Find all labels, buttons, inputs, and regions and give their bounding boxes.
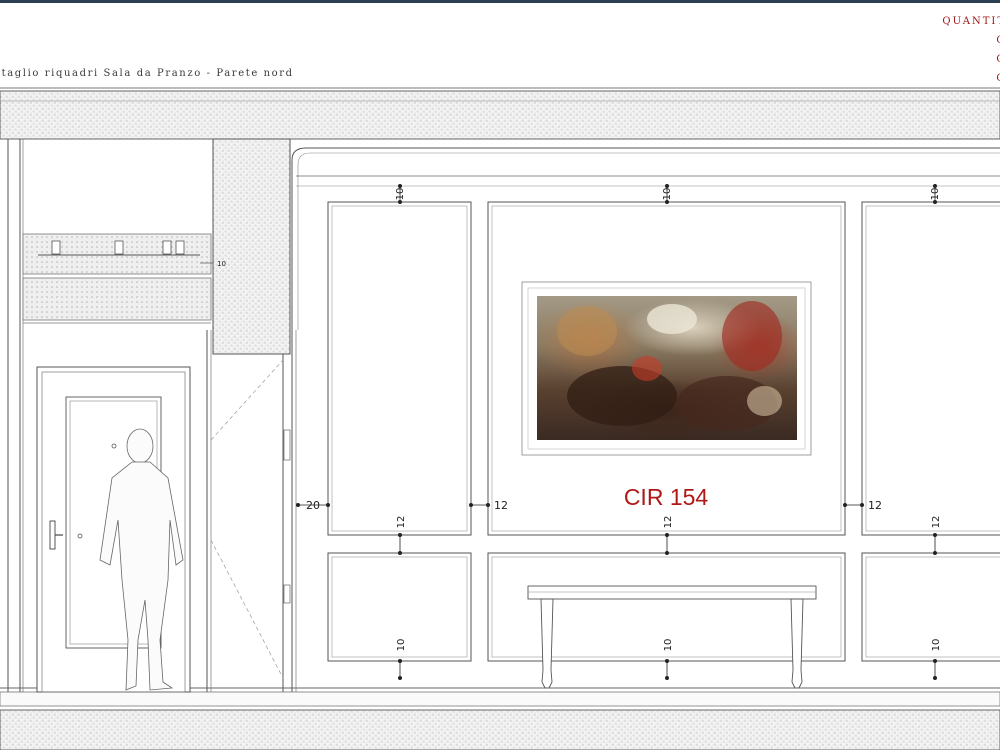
ceiling-slab	[0, 87, 1000, 140]
dim-mid-center: 12	[663, 516, 674, 529]
dim-mid-left: 12	[396, 516, 407, 529]
item-code-label: CIR 154	[623, 484, 709, 510]
dim-bottom-center: 10	[663, 639, 674, 652]
panel-upper-left	[327, 201, 472, 536]
dim-top-right: 10	[930, 188, 941, 201]
dim-bottom-right: 10	[931, 639, 942, 652]
dim-left-gap: 20	[306, 499, 320, 512]
dim-top-center: 10	[662, 188, 673, 201]
panel-upper-right	[861, 201, 1000, 536]
painting-image	[537, 296, 797, 440]
console-table	[527, 585, 817, 689]
dim-bottom-left: 10	[396, 639, 407, 652]
dim-mid-right: 12	[931, 516, 942, 529]
dim-header-side: 10	[217, 260, 226, 268]
column	[212, 138, 291, 355]
dim-gap-center-right: 12	[868, 499, 882, 512]
dim-top-left: 10	[395, 188, 406, 201]
left-wall	[7, 139, 24, 692]
glazed-partition	[206, 330, 297, 692]
elevation-drawing: 10 10 10 20 12 12 12 12 12 10 10 10 10	[0, 87, 1000, 750]
dim-gap-left-center: 12	[494, 499, 508, 512]
ceiling-bulkhead	[22, 233, 214, 324]
floor-slab	[0, 687, 1000, 750]
